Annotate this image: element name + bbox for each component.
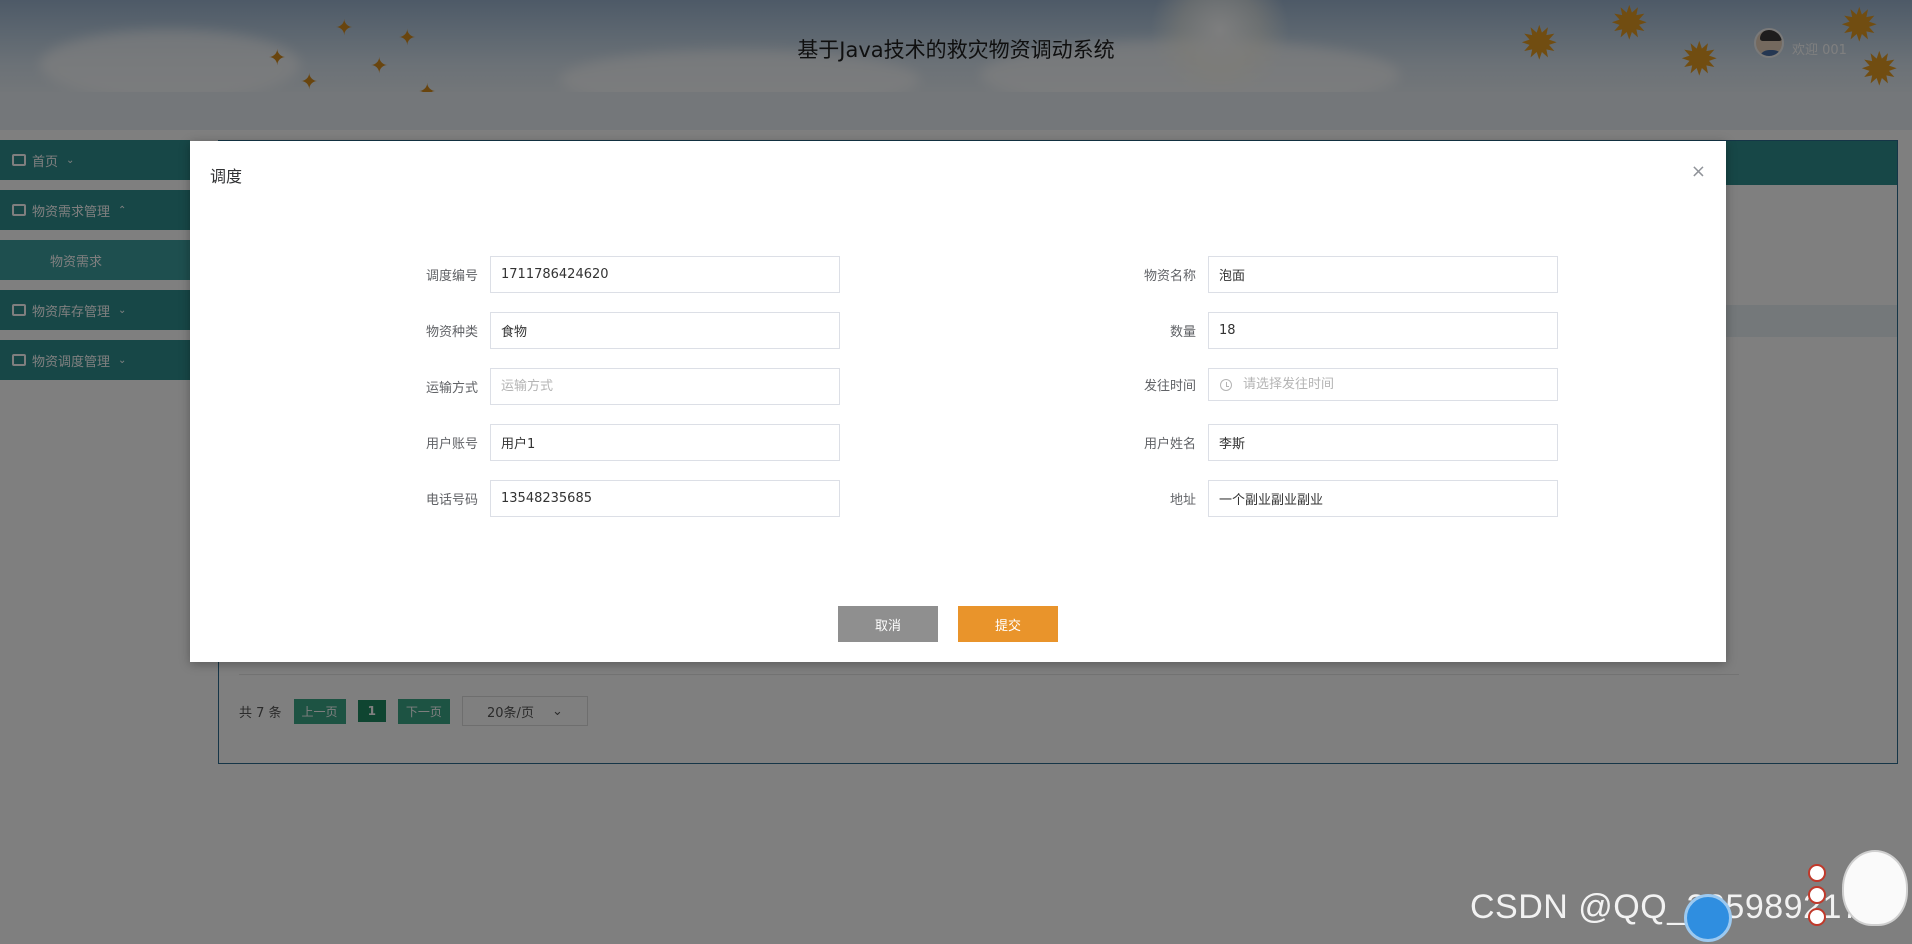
material-name-field[interactable] bbox=[1208, 256, 1558, 293]
form-row-address: 地址 bbox=[1128, 480, 1558, 517]
form-row-user-account: 用户账号 bbox=[410, 424, 840, 461]
form-row-material-name: 物资名称 bbox=[1128, 256, 1558, 293]
field-label: 用户账号 bbox=[425, 437, 478, 452]
dialog-title: 调度 bbox=[210, 167, 243, 186]
address-field[interactable] bbox=[1208, 480, 1558, 517]
mascot-image[interactable] bbox=[1842, 850, 1908, 926]
form-row-material-type: 物资种类 bbox=[410, 312, 840, 349]
floating-badge[interactable] bbox=[1684, 894, 1732, 942]
form-row-transport: 运输方式 bbox=[410, 368, 840, 405]
field-label: 运输方式 bbox=[425, 381, 478, 396]
send-time-picker[interactable] bbox=[1208, 368, 1558, 401]
field-label: 地址 bbox=[1169, 493, 1196, 508]
field-label: 电话号码 bbox=[425, 493, 478, 508]
clock-icon bbox=[1220, 379, 1232, 391]
form-row-dispatch-no: 调度编号 bbox=[410, 256, 840, 293]
form-row-send-time: 发往时间 bbox=[1128, 368, 1558, 401]
close-icon[interactable]: × bbox=[1691, 163, 1706, 181]
field-label: 用户姓名 bbox=[1143, 437, 1196, 452]
form-row-phone: 电话号码 bbox=[410, 480, 840, 517]
transport-field[interactable] bbox=[490, 368, 840, 405]
form-row-quantity: 数量 bbox=[1128, 312, 1558, 349]
field-label: 调度编号 bbox=[425, 269, 478, 284]
dispatch-no-field[interactable] bbox=[490, 256, 840, 293]
submit-button[interactable]: 提交 bbox=[958, 606, 1058, 642]
field-label: 物资名称 bbox=[1143, 269, 1196, 284]
material-type-field[interactable] bbox=[490, 312, 840, 349]
phone-field[interactable] bbox=[490, 480, 840, 517]
dispatch-dialog: 调度 × 调度编号 物资种类 运输方式 用户账号 电话号码 物资名称 数量 发往… bbox=[190, 141, 1726, 662]
field-label: 数量 bbox=[1169, 325, 1196, 340]
floating-tool-icon[interactable] bbox=[1808, 864, 1826, 882]
form-row-user-name: 用户姓名 bbox=[1128, 424, 1558, 461]
user-account-field[interactable] bbox=[490, 424, 840, 461]
field-label: 物资种类 bbox=[425, 325, 478, 340]
send-time-field[interactable] bbox=[1208, 368, 1558, 401]
floating-tool-icon[interactable] bbox=[1808, 908, 1826, 926]
field-label: 发往时间 bbox=[1143, 379, 1196, 394]
user-name-field[interactable] bbox=[1208, 424, 1558, 461]
floating-tool-icon[interactable] bbox=[1808, 886, 1826, 904]
quantity-field[interactable] bbox=[1208, 312, 1558, 349]
cancel-button[interactable]: 取消 bbox=[838, 606, 938, 642]
